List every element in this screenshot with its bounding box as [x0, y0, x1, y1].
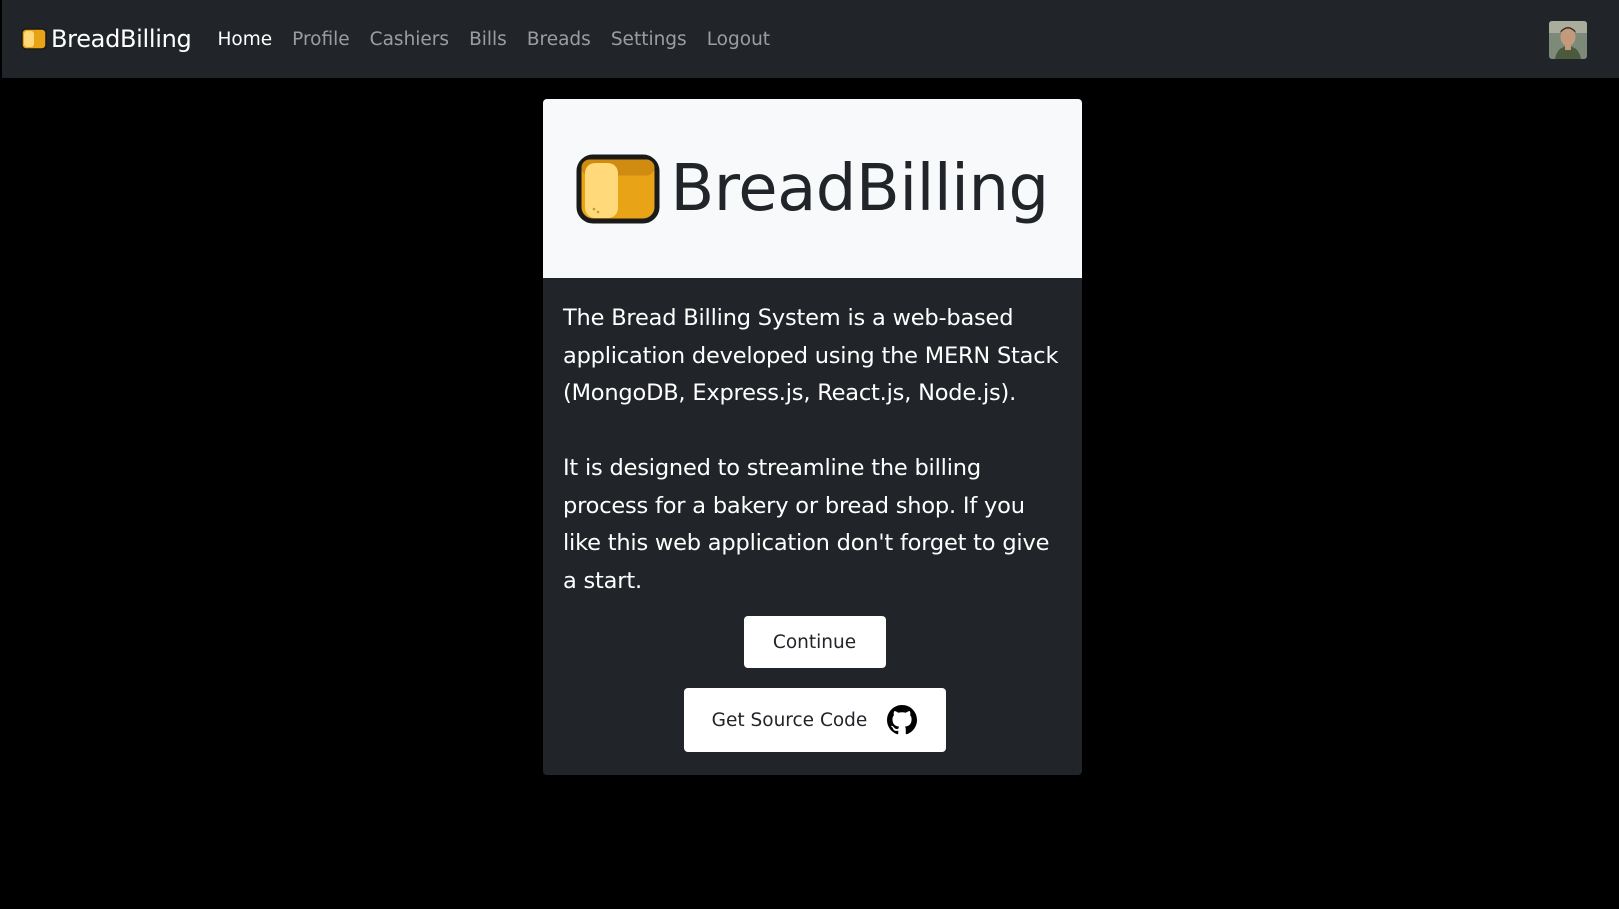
nav-link-settings[interactable]: Settings: [611, 29, 687, 50]
logo-text: BreadBilling: [670, 151, 1049, 226]
bread-icon: [576, 154, 660, 223]
description-paragraph: It is designed to streamline the billing…: [563, 455, 1050, 594]
user-avatar[interactable]: [1549, 21, 1587, 59]
app-logo: BreadBilling: [576, 151, 1049, 226]
nav-link-cashiers[interactable]: Cashiers: [370, 29, 449, 50]
nav-link-breads[interactable]: Breads: [527, 29, 591, 50]
brand-name: BreadBilling: [51, 25, 192, 53]
source-row: Get Source Code: [563, 668, 1066, 752]
navbar-brand[interactable]: BreadBilling: [21, 25, 192, 53]
card-header: BreadBilling: [543, 99, 1082, 278]
avatar-icon: [1549, 21, 1587, 59]
card-body: The Bread Billing System is a web-based …: [543, 278, 1082, 752]
nav-link-bills[interactable]: Bills: [469, 29, 507, 50]
top-navbar: BreadBilling Home Profile Cashiers Bills…: [2, 0, 1619, 78]
continue-label: Continue: [772, 631, 857, 653]
source-label: Get Source Code: [711, 709, 868, 731]
description-paragraph: The Bread Billing System is a web-based …: [563, 305, 1059, 406]
continue-button[interactable]: Continue: [743, 616, 886, 668]
get-source-code-button[interactable]: Get Source Code: [683, 688, 946, 752]
nav-links: Home Profile Cashiers Bills Breads Setti…: [218, 29, 791, 50]
nav-link-home[interactable]: Home: [218, 29, 273, 50]
github-icon: [887, 705, 918, 735]
continue-row: Continue: [563, 600, 1066, 668]
welcome-card: BreadBilling The Bread Billing System is…: [543, 99, 1082, 775]
nav-link-logout[interactable]: Logout: [707, 29, 770, 50]
nav-link-profile[interactable]: Profile: [292, 29, 350, 50]
bread-icon: [21, 28, 47, 50]
